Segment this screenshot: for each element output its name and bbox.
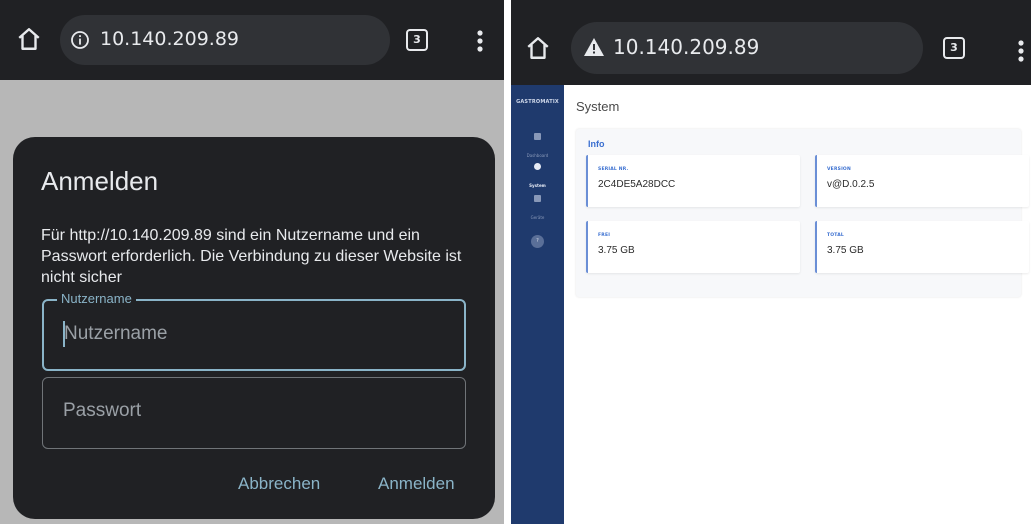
sidebar-item-label: System [529,183,546,188]
dashboard-icon [534,133,541,140]
tab-switcher-icon[interactable]: 3 [943,37,965,59]
brand-logo: GASTROMATIX [516,99,559,105]
system-screen: 10.140.209.89 3 GASTROMATIX Dashboard Sy… [511,0,1031,524]
tile-label: TOTAL [827,233,844,238]
main-content: System Info SERIAL NR. 2C4DE5A28DCC VERS… [564,85,1031,524]
page-title: System [576,99,620,114]
tile-label: VERSION [827,167,851,172]
devices-icon [534,195,541,202]
sidebar-item-label: Dashboard [526,153,549,158]
address-bar[interactable]: 10.140.209.89 [571,22,923,74]
cancel-button[interactable]: Abbrechen [238,474,320,494]
username-field[interactable]: Nutzername Nutzername [42,291,466,371]
info-card: Info SERIAL NR. 2C4DE5A28DCC VERSION v@D… [576,129,1029,297]
tile-label: FREI [598,233,611,238]
system-icon [534,163,541,170]
more-vert-icon[interactable] [1011,36,1031,66]
serial-number-tile: SERIAL NR. 2C4DE5A28DCC [586,155,800,207]
tile-value: 2C4DE5A28DCC [598,179,676,190]
info-icon[interactable] [70,30,90,50]
password-field[interactable]: Passwort [42,377,466,449]
more-vert-icon[interactable] [470,26,490,56]
dialog-title: Anmelden [41,166,159,196]
password-placeholder: Passwort [63,400,142,421]
login-screen: 10.140.209.89 3 Anmelden Für http://10.1… [0,0,504,524]
login-dialog: Anmelden Für http://10.140.209.89 sind e… [13,137,495,519]
tile-value: v@D.0.2.5 [827,179,875,190]
tab-switcher-icon[interactable]: 3 [406,29,428,51]
sidebar-item-dashboard[interactable]: Dashboard [511,133,564,161]
tile-label: SERIAL NR. [598,167,629,172]
dialog-message: Für http://10.140.209.89 sind ein Nutzer… [41,227,462,286]
url-text: 10.140.209.89 [613,35,760,59]
warning-icon[interactable] [583,37,605,57]
tile-value: 3.75 GB [598,245,635,256]
url-text: 10.140.209.89 [100,28,240,50]
card-title: Info [588,139,605,149]
sidebar-item-label: Geräte [530,215,545,220]
tile-value: 3.75 GB [827,245,864,256]
total-storage-tile: TOTAL 3.75 GB [815,221,1029,273]
help-button[interactable]: ? [531,235,544,248]
sidebar-item-system[interactable]: System [511,163,564,191]
home-icon[interactable] [16,26,42,52]
address-bar[interactable]: 10.140.209.89 [60,15,390,65]
username-placeholder: Nutzername [64,323,168,344]
username-legend: Nutzername [57,291,136,306]
browser-toolbar: 10.140.209.89 3 [511,0,1031,85]
home-icon[interactable] [525,35,551,61]
sidebar-item-devices[interactable]: Geräte [511,195,564,223]
sidebar: GASTROMATIX Dashboard System Geräte ? [511,85,564,524]
free-storage-tile: FREI 3.75 GB [586,221,800,273]
browser-toolbar: 10.140.209.89 3 [0,0,504,80]
version-tile: VERSION v@D.0.2.5 [815,155,1029,207]
login-button[interactable]: Anmelden [378,474,455,494]
